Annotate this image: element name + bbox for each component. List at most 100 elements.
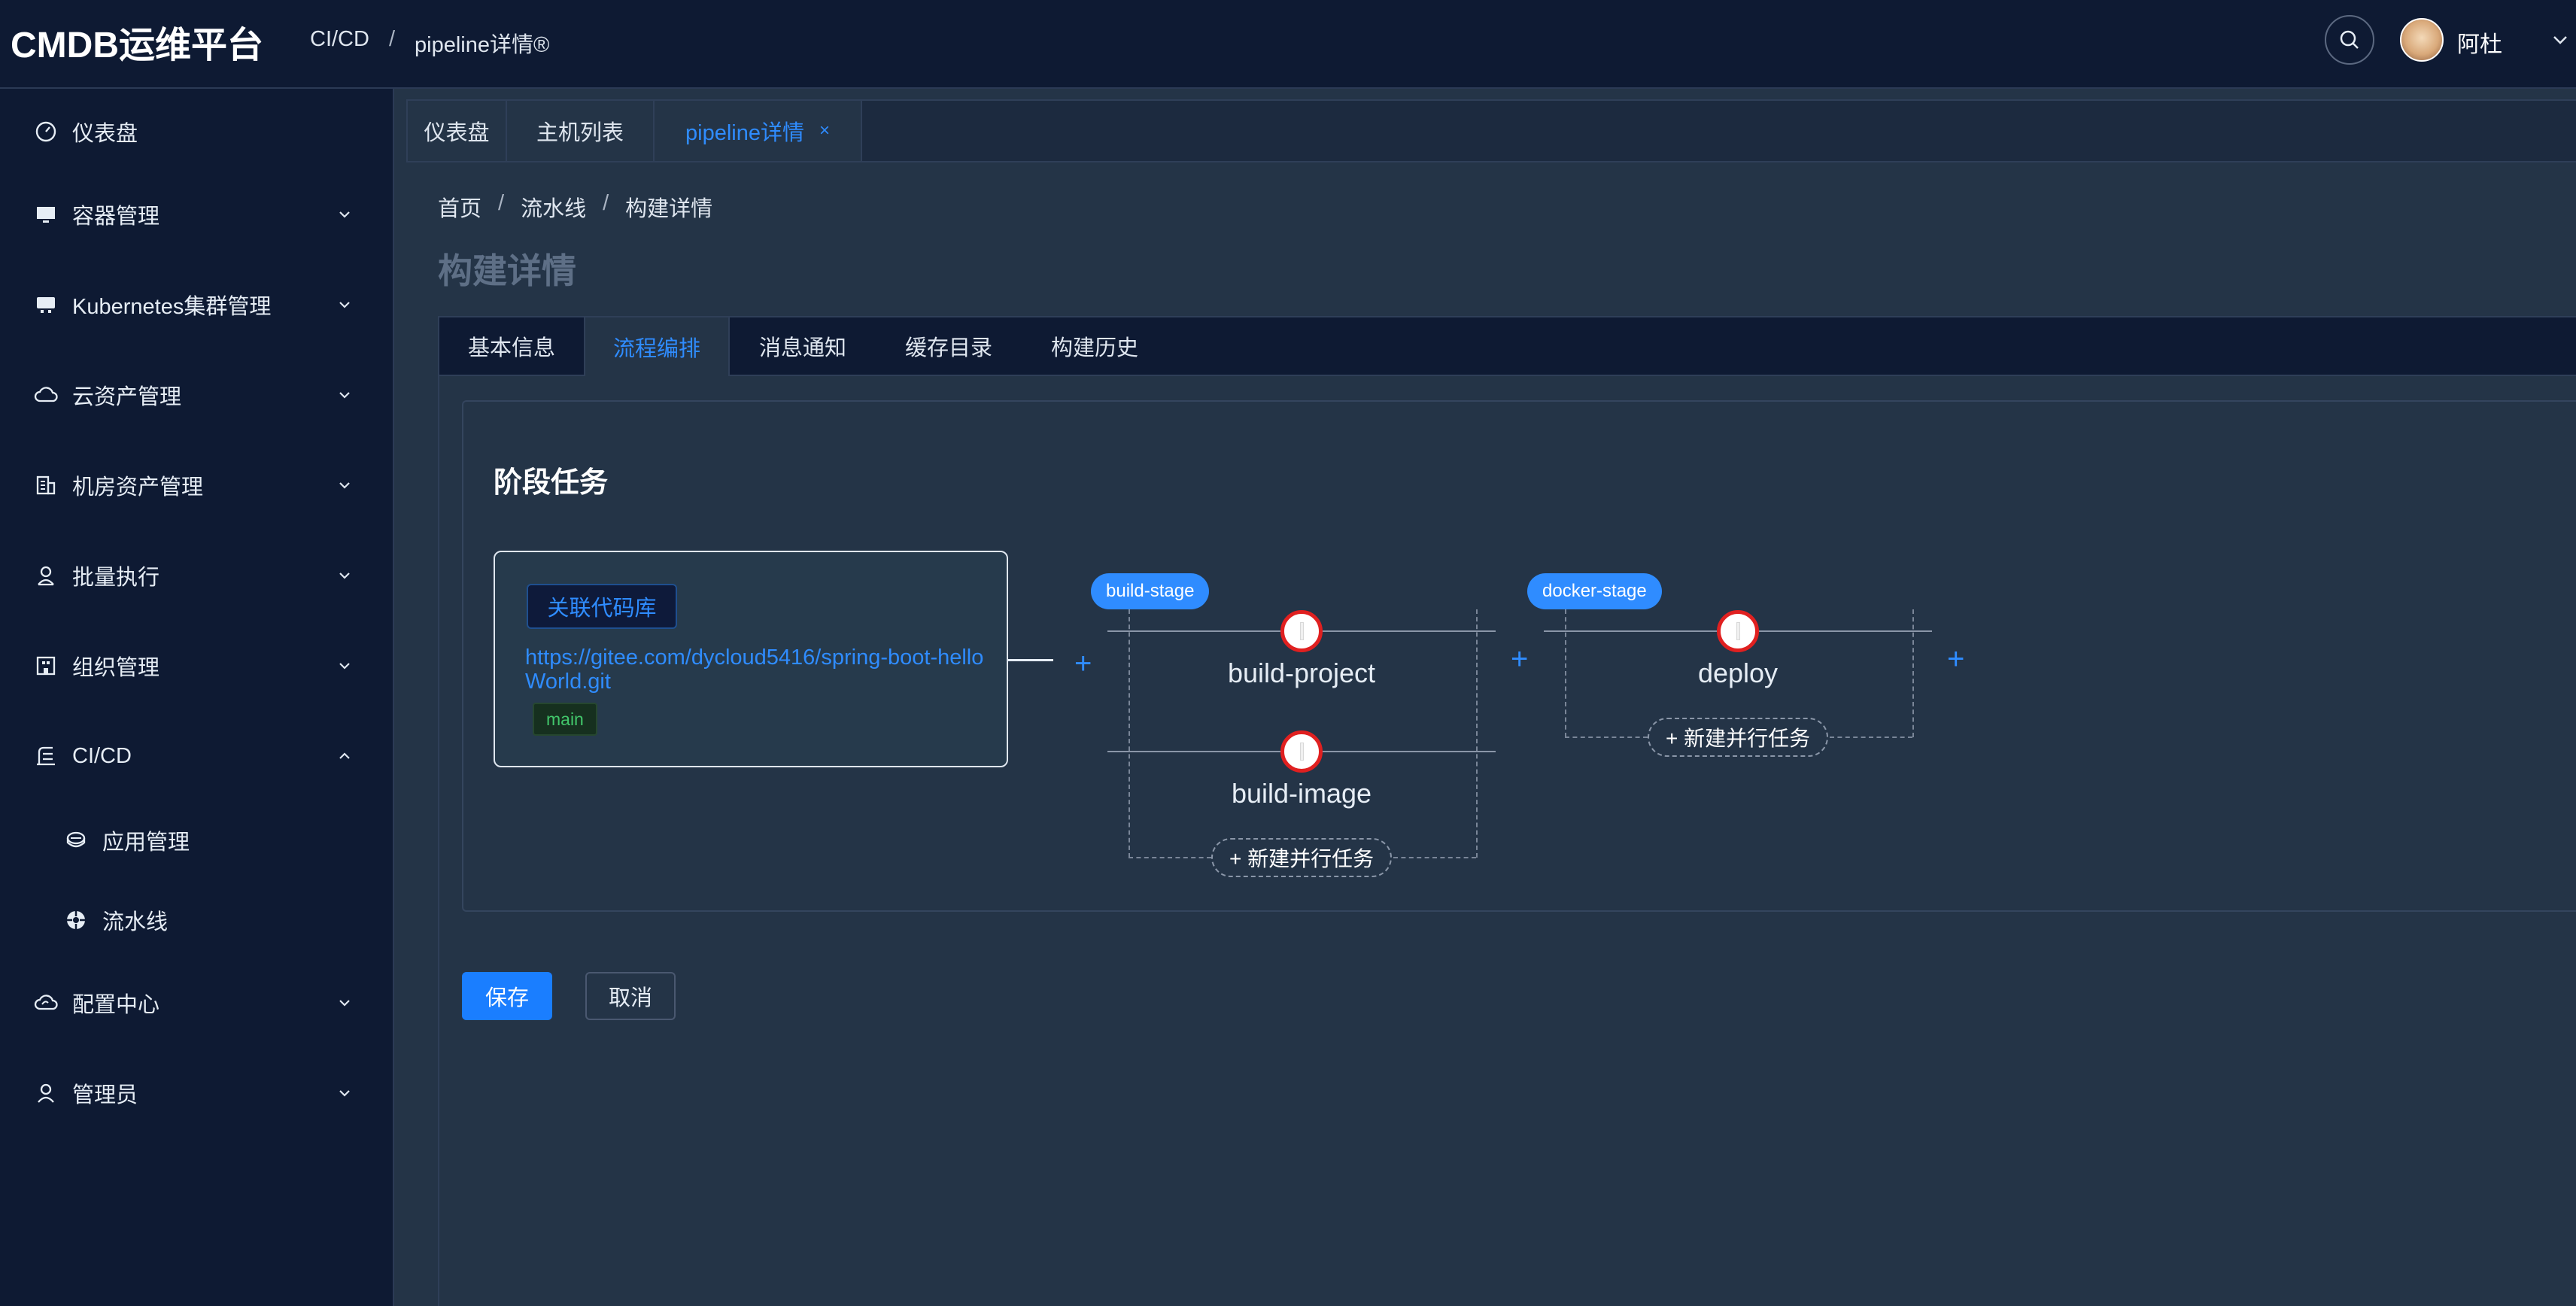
sidebar-item-organization[interactable]: 组织管理 [0,639,394,692]
sidebar-item-cloud-assets[interactable]: 云资产管理 [0,369,394,421]
chevron-down-icon [334,204,355,225]
sidebar-item-app-management[interactable]: 应用管理 [0,814,394,867]
sidebar-item-label: 机房资产管理 [72,475,204,500]
task-build-project[interactable]: build-project [1174,658,1429,689]
top-header: CMDB运维平台 CI/CD / pipeline详情® 阿杜 [0,0,2576,89]
stage-border-left [1129,609,1130,858]
header-breadcrumb-item[interactable]: CI/CD [310,27,369,59]
sidebar-item-datacenter-assets[interactable]: 机房资产管理 [0,459,394,512]
org-icon [33,653,59,679]
sidebar-item-label: CI/CD [72,743,132,768]
page-tabs-bar: 仪表盘 主机列表 pipeline详情 × [406,99,2576,162]
sidebar-item-containers[interactable]: 容器管理 [0,188,394,241]
add-parallel-task-button[interactable]: + 新建并行任务 [1648,718,1829,757]
task-build-image[interactable]: build-image [1174,778,1429,809]
tab-dashboard[interactable]: 仪表盘 [408,101,507,161]
task-deploy[interactable]: deploy [1610,658,1866,689]
breadcrumb-separator: / [603,191,609,215]
add-stage-icon[interactable]: + [1947,644,1964,674]
cancel-button[interactable]: 取消 [585,972,676,1020]
header-breadcrumb-item: pipeline详情® [415,33,550,57]
sidebar-item-label: Kubernetes集群管理 [72,295,272,319]
alert-mark-icon [1736,623,1739,639]
task-status-icon[interactable] [1717,610,1759,652]
save-button[interactable]: 保存 [462,972,552,1020]
sidebar-item-label: 配置中心 [72,993,160,1017]
chevron-down-icon [334,384,355,405]
chevron-down-icon[interactable] [2550,30,2570,50]
sidebar-item-label: 管理员 [72,1083,138,1107]
stage-border-right [1476,609,1478,858]
section-title: 阶段任务 [494,467,609,499]
app-logo-title[interactable]: CMDB运维平台 [11,15,263,68]
chevron-down-icon [334,565,355,586]
chevron-up-icon [334,746,355,767]
tab-pipeline-detail[interactable]: pipeline详情 × [655,101,862,161]
sidebar-item-kubernetes[interactable]: Kubernetes集群管理 [0,278,394,331]
chevron-down-icon [334,1083,355,1104]
stage-border-right [1912,609,1914,737]
tab-cache-directory[interactable]: 缓存目录 [876,317,1022,375]
breadcrumb-item-current: 构建详情 [625,197,713,221]
sidebar-item-label: 应用管理 [102,831,190,855]
add-stage-icon[interactable]: + [1074,648,1092,679]
stage-tag-docker[interactable]: docker-stage [1527,573,1662,609]
avatar[interactable] [2400,18,2444,62]
chevron-down-icon [334,655,355,676]
tab-label: 主机列表 [536,121,624,145]
chevron-down-icon [334,992,355,1013]
sidebar-item-label: 批量执行 [72,566,160,590]
link-repo-button[interactable]: 关联代码库 [527,584,677,629]
tab-label: 仪表盘 [424,121,490,145]
user-name[interactable]: 阿杜 [2457,26,2502,59]
monitor-icon [33,202,59,227]
alert-mark-icon [1300,743,1303,760]
sidebar-item-cicd[interactable]: CI/CD [0,730,394,782]
sidebar-item-batch-exec[interactable]: 批量执行 [0,549,394,602]
dashboard-icon [33,119,59,144]
sidebar-item-label: 流水线 [102,910,169,934]
stage-border-left [1565,609,1566,737]
chevron-down-icon [334,475,355,496]
task-status-icon[interactable] [1280,730,1323,773]
tab-host-list[interactable]: 主机列表 [507,101,655,161]
building-icon [33,472,59,498]
sidebar-item-label: 容器管理 [72,205,160,229]
detail-tabs: 基本信息 流程编排 消息通知 缓存目录 构建历史 [438,316,2576,376]
tab-basic-info[interactable]: 基本信息 [439,317,584,375]
page-title: 构建详情 [438,251,576,290]
sidebar-item-config-center[interactable]: 配置中心 [0,976,394,1029]
tab-label: pipeline详情 [685,121,804,145]
repo-url-link[interactable]: https://gitee.com/dycloud5416/spring-boo… [525,645,992,694]
config-icon [33,990,59,1016]
stage-border-bottom [1830,737,1912,738]
close-icon[interactable]: × [819,120,830,141]
breadcrumb-item-home[interactable]: 首页 [438,191,481,223]
header-breadcrumb: CI/CD / pipeline详情® [310,27,549,59]
user-icon [33,563,59,588]
add-stage-icon[interactable]: + [1511,644,1528,674]
add-parallel-task-button[interactable]: + 新建并行任务 [1211,838,1393,877]
stage-border-bottom [1129,857,1211,858]
sidebar-item-label: 仪表盘 [72,122,138,146]
task-status-icon[interactable] [1280,610,1323,652]
stage-tag-build[interactable]: build-stage [1091,573,1210,609]
sidebar-item-admin[interactable]: 管理员 [0,1067,394,1119]
breadcrumb-item-pipeline[interactable]: 流水线 [521,191,586,223]
tab-flow-orchestration[interactable]: 流程编排 [584,317,730,376]
tab-notifications[interactable]: 消息通知 [730,317,876,375]
stage-border-bottom [1565,737,1648,738]
cicd-icon [33,743,59,769]
sidebar-item-pipeline[interactable]: 流水线 [0,894,394,946]
breadcrumb: 首页 / 流水线 / 构建详情 [438,191,712,223]
search-button[interactable] [2325,15,2374,65]
cloud-icon [33,382,59,408]
repo-card[interactable]: 关联代码库 https://gitee.com/dycloud5416/spri… [494,551,1008,767]
sidebar-item-label: 组织管理 [72,656,160,680]
app-icon [63,828,89,853]
repo-connector-line [1008,659,1053,661]
stage-border-bottom [1393,857,1476,858]
tab-build-history[interactable]: 构建历史 [1022,317,1168,375]
sidebar-item-dashboard[interactable]: 仪表盘 [0,105,394,158]
sidebar-item-label: 云资产管理 [72,385,182,409]
